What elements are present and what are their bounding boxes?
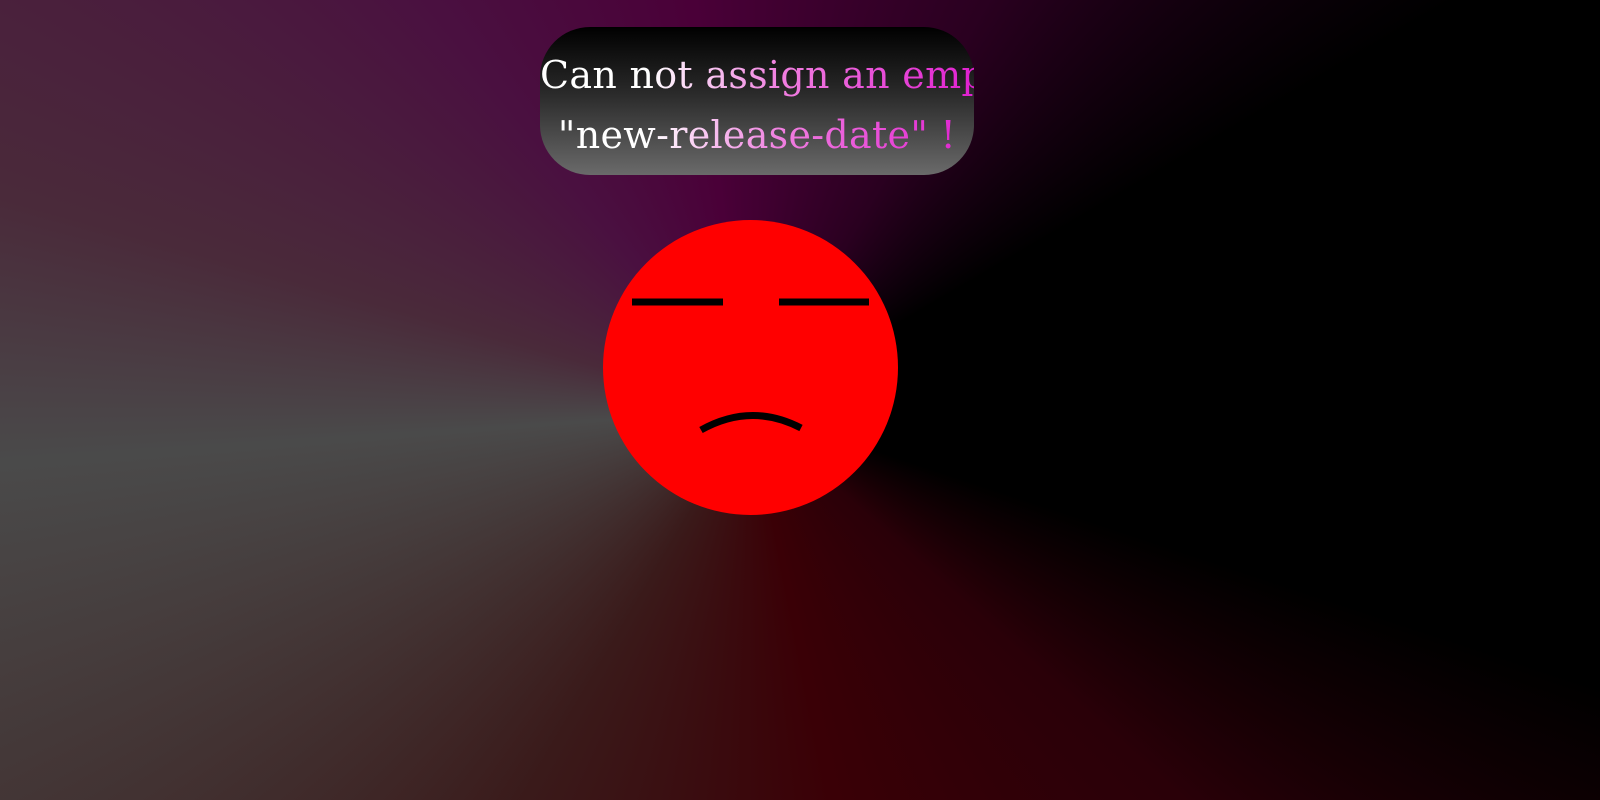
sad-face-icon <box>603 220 898 515</box>
face-circle <box>603 220 898 515</box>
error-message-bubble: Can not assign an empty "new-release-dat… <box>540 27 1023 175</box>
error-message-line-1: Can not assign an empty <box>540 45 1023 105</box>
error-message-line-2: "new-release-date" ! <box>540 105 974 165</box>
